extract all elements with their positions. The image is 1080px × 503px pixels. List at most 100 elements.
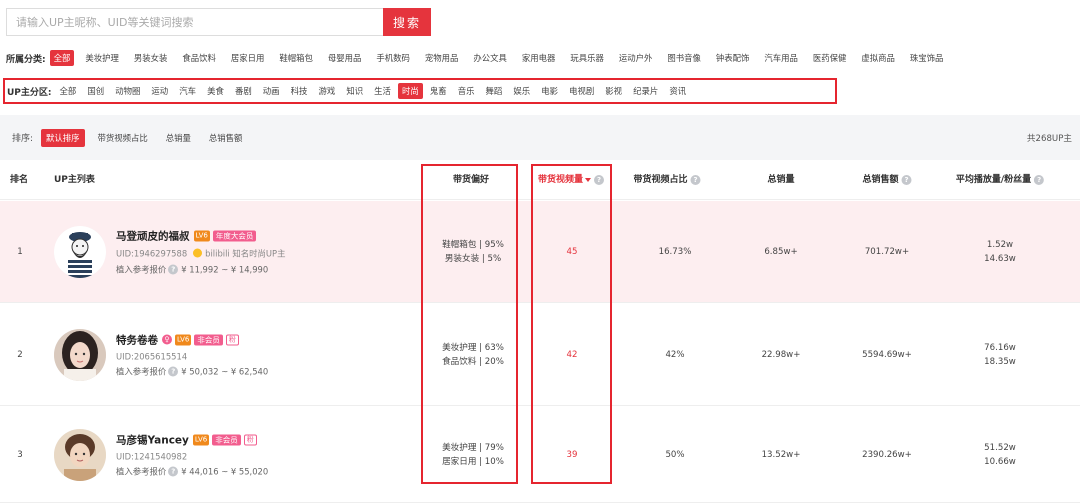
up-name[interactable]: 马彦锡Yancey [116, 432, 189, 447]
zone-chip-5[interactable]: 美食 [203, 83, 228, 99]
category-chip-5[interactable]: 鞋帽箱包 [275, 50, 317, 66]
help-icon[interactable]: ? [1034, 174, 1045, 185]
table-row[interactable]: 1 马登顽皮的福叔 LV6 年度大会员 UID:1946297588 bilib… [0, 201, 1080, 303]
zone-chip-7[interactable]: 动画 [259, 83, 284, 99]
sort-options: 默认排序 带货视频占比 总销量 总销售额 [41, 128, 255, 147]
avg-play-cell: 51.52w 10.66w [984, 441, 1016, 469]
category-chip-17[interactable]: 虚拟商品 [857, 50, 899, 66]
zone-chip-20[interactable]: 纪录片 [629, 83, 662, 99]
help-icon[interactable]: ? [168, 366, 179, 376]
category-chip-3[interactable]: 食品饮料 [178, 50, 220, 66]
price-range: ¥ 50,032 ~ ¥ 62,540 [181, 366, 269, 376]
col-avg-play[interactable]: 平均播放量/粉丝量? [956, 160, 1045, 200]
col-rank: 排名 [10, 175, 29, 185]
category-chip-11[interactable]: 玩具乐器 [566, 50, 608, 66]
category-label: 所属分类: [6, 54, 46, 65]
category-chip-2[interactable]: 男装女装 [130, 50, 172, 66]
col-total-sales-label: 总销量 [767, 175, 795, 185]
avg-play-value: 76.16w [984, 342, 1016, 353]
sort-option-0[interactable]: 默认排序 [41, 128, 85, 147]
table-header: 排名 UP主列表 带货偏好 带货视频量? 带货视频占比? 总销量 总销售额? 平… [0, 160, 1080, 200]
zone-chip-21[interactable]: 资讯 [665, 83, 690, 99]
fans-value: 14.63w [984, 253, 1016, 264]
zone-chip-13[interactable]: 鬼畜 [426, 83, 451, 99]
up-name[interactable]: 特务卷卷 [116, 332, 158, 347]
zone-chip-17[interactable]: 电影 [537, 83, 562, 99]
help-icon[interactable]: ? [168, 264, 179, 274]
zone-chip-6[interactable]: 番剧 [231, 83, 256, 99]
zone-chip-9[interactable]: 游戏 [314, 83, 339, 99]
category-chip-8[interactable]: 宠物用品 [421, 50, 463, 66]
zone-chip-1[interactable]: 国创 [83, 83, 108, 99]
video-count-cell: 42 [566, 349, 578, 360]
zone-chip-2[interactable]: 动物圈 [111, 83, 144, 99]
category-chip-1[interactable]: 美妆护理 [81, 50, 123, 66]
zone-chip-14[interactable]: 音乐 [454, 83, 479, 99]
col-total-sales[interactable]: 总销量 [767, 160, 794, 200]
avatar-image [54, 328, 106, 381]
price-label: 植入参考报价 [116, 366, 167, 376]
category-chip-9[interactable]: 办公文具 [469, 50, 511, 66]
category-chip-7[interactable]: 手机数码 [372, 50, 414, 66]
preference-cell: 美妆护理 | 79% 居家日用 | 10% [442, 441, 504, 469]
category-chip-18[interactable]: 珠宝饰品 [906, 50, 948, 66]
sort-option-1[interactable]: 带货视频占比 [93, 129, 153, 147]
zone-chip-3[interactable]: 运动 [147, 83, 172, 99]
col-up-list: UP主列表 [54, 175, 95, 185]
category-chip-12[interactable]: 运动户外 [615, 50, 657, 66]
zone-chip-0[interactable]: 全部 [56, 83, 81, 99]
category-chip-14[interactable]: 钟表配饰 [712, 50, 754, 66]
zone-chips: 全部 国创 动物圈 运动 汽车 美食 番剧 动画 科技 游戏 知识 生活 时尚 鬼畜 音乐 舞蹈 娱乐 电影 电视剧… [56, 83, 694, 99]
help-icon[interactable]: ? [901, 174, 912, 185]
table-row[interactable]: 2 特务卷卷 ♀ LV6 非会员 粉 UID:2065615514 植入参考报价… [0, 304, 1080, 406]
sort-option-2[interactable]: 总销量 [161, 129, 196, 147]
zone-chip-19[interactable]: 影视 [601, 83, 626, 99]
total-sales-cell: 6.85w+ [764, 246, 798, 257]
zone-filter: UP主分区: 全部 国创 动物圈 运动 汽车 美食 番剧 动画 科技 游戏 知识 生活 时尚 鬼畜 音乐 舞蹈… [3, 78, 837, 104]
zone-chip-10[interactable]: 知识 [342, 83, 367, 99]
zone-chip-12[interactable]: 时尚 [398, 83, 423, 99]
search-bar: 搜索 [6, 8, 431, 36]
category-filter: 所属分类: 全部 美妆护理 男装女装 食品饮料 居家日用 鞋帽箱包 母婴用品 手机数码 宠物用品… [6, 50, 954, 66]
zone-chip-16[interactable]: 娱乐 [509, 83, 534, 99]
total-sales-cell: 13.52w+ [761, 449, 801, 460]
video-count-cell: 45 [566, 246, 578, 257]
sort-option-3[interactable]: 总销售额 [204, 129, 248, 147]
total-revenue-cell: 701.72w+ [864, 246, 910, 257]
help-icon[interactable]: ? [690, 174, 701, 185]
search-input[interactable] [6, 8, 383, 36]
female-icon: ♀ [162, 334, 172, 345]
category-chip-13[interactable]: 图书音像 [663, 50, 705, 66]
category-chip-4[interactable]: 居家日用 [227, 50, 269, 66]
avatar[interactable] [54, 328, 106, 381]
help-icon[interactable]: ? [594, 174, 605, 185]
avatar-image [54, 225, 106, 278]
zone-chip-15[interactable]: 舞蹈 [482, 83, 507, 99]
price-range: ¥ 11,992 ~ ¥ 14,990 [181, 264, 269, 274]
table-row[interactable]: 3 马彦锡Yancey LV6 非会员 粉 UID:1241540982 植入参… [0, 407, 1080, 503]
zone-chip-8[interactable]: 科技 [287, 83, 312, 99]
zone-chip-11[interactable]: 生活 [370, 83, 395, 99]
avg-play-cell: 1.52w 14.63w [984, 238, 1016, 266]
help-icon[interactable]: ? [168, 466, 179, 476]
vip-badge: 年度大会员 [212, 230, 257, 241]
up-name[interactable]: 马登顽皮的福叔 [116, 228, 190, 243]
avatar[interactable] [54, 428, 106, 481]
avatar[interactable] [54, 225, 106, 278]
preference-item: 食品饮料 | 20% [442, 356, 504, 367]
category-chip-15[interactable]: 汽车用品 [760, 50, 802, 66]
col-total-revenue[interactable]: 总销售额? [862, 160, 912, 200]
category-chip-10[interactable]: 家用电器 [518, 50, 560, 66]
category-chip-0[interactable]: 全部 [49, 50, 75, 66]
category-chip-6[interactable]: 母婴用品 [324, 50, 366, 66]
search-button[interactable]: 搜索 [383, 8, 431, 36]
zone-chip-18[interactable]: 电视剧 [565, 83, 598, 99]
zone-chip-4[interactable]: 汽车 [175, 83, 200, 99]
total-count: 共268UP主 [1026, 133, 1072, 144]
col-video-ratio[interactable]: 带货视频占比? [633, 160, 701, 200]
video-ratio-cell: 50% [665, 449, 685, 460]
category-chip-16[interactable]: 医药保健 [809, 50, 851, 66]
vip-badge: 非会员 [212, 434, 241, 445]
sort-bar: 排序: 默认排序 带货视频占比 总销量 总销售额 共268UP主 [0, 115, 1080, 160]
col-video-count[interactable]: 带货视频量? [538, 160, 605, 200]
